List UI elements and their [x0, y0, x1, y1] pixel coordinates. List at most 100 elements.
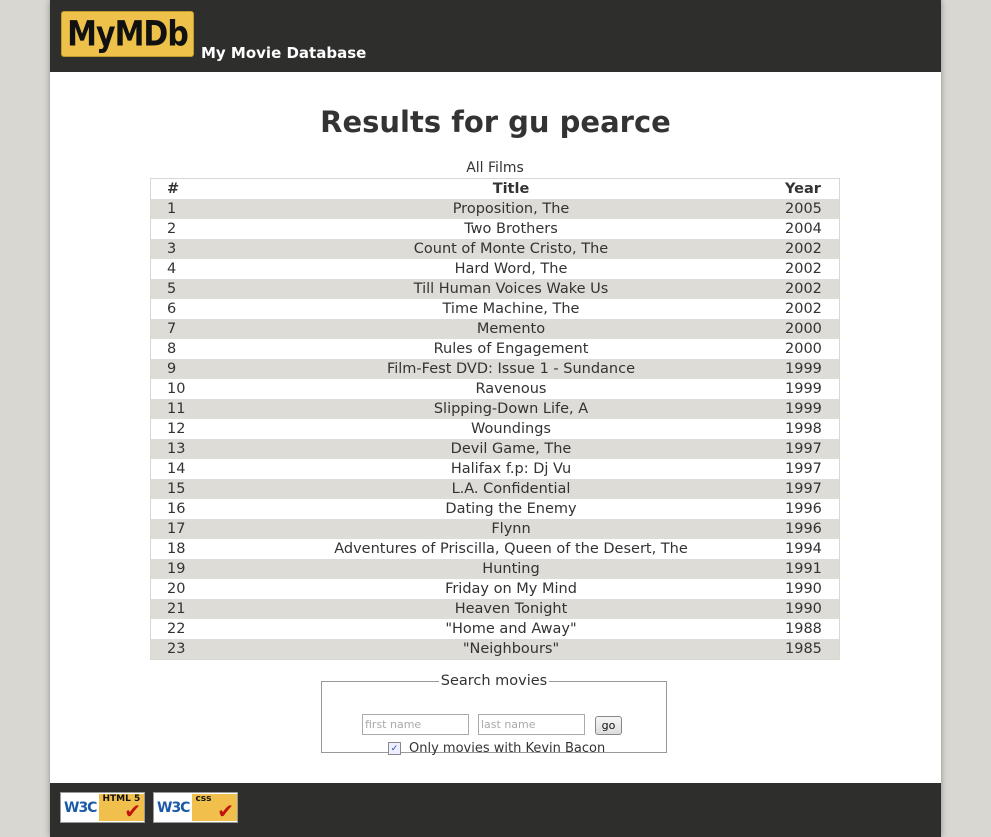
cell-year: 1990 [785, 581, 822, 597]
table-row: 15 L.A. Confidential 1997 [150, 479, 840, 499]
cell-number: 20 [167, 581, 186, 597]
cell-title: Two Brothers [464, 221, 558, 237]
table-caption: All Films [466, 160, 524, 176]
cell-year: 2005 [785, 199, 840, 219]
cell-title: L.A. Confidential [237, 479, 785, 499]
cell-year: 1990 [785, 599, 840, 619]
cell-title: Woundings [471, 421, 551, 437]
last-name-input[interactable] [478, 714, 585, 735]
table-row: 2 Two Brothers 2004 [151, 219, 840, 239]
table-row: 16 Dating the Enemy 1996 [151, 499, 840, 519]
go-button[interactable]: go [595, 716, 622, 735]
cell-title: Film-Fest DVD: Issue 1 - Sundance [237, 359, 785, 379]
cell-number: 3 [150, 239, 237, 259]
cell-title: Hunting [237, 559, 785, 579]
footer: W3C HTML 5 ✔ W3C css ✔ [50, 783, 941, 837]
cell-year: 2004 [785, 221, 822, 237]
cell-number: 16 [167, 501, 186, 517]
table-row: 5 Till Human Voices Wake Us 2002 [150, 279, 840, 299]
checkmark-icon: ✔ [124, 799, 141, 823]
page-title: Results for gu pearce [320, 105, 671, 139]
table-row: 20 Friday on My Mind 1990 [151, 579, 840, 599]
cell-year: 2000 [785, 319, 840, 339]
page: MyMDb My Movie Database Results for gu p… [50, 0, 941, 837]
column-header-title: Title [492, 181, 530, 197]
table-row: 18 Adventures of Priscilla, Queen of the … [151, 539, 840, 559]
cell-year: 1999 [785, 399, 840, 419]
cell-number: 22 [167, 621, 186, 637]
cell-number: 12 [167, 421, 186, 437]
cell-number: 10 [167, 381, 186, 397]
cell-year: 2002 [785, 239, 840, 259]
search-legend: Search movies [440, 673, 548, 689]
w3c-logo-text: W3C [64, 799, 97, 816]
cell-number: 4 [167, 261, 177, 277]
cell-number: 14 [167, 461, 186, 477]
css-badge-text: css [195, 794, 212, 804]
table-row: 6 Time Machine, The 2002 [151, 299, 840, 319]
cell-year: 2002 [785, 279, 840, 299]
site-title: My Movie Database [201, 44, 367, 62]
cell-title: Time Machine, The [442, 301, 580, 317]
cell-year: 1991 [785, 559, 840, 579]
cell-title: Dating the Enemy [445, 501, 577, 517]
table-row: 8 Rules of Engagement 2000 [151, 339, 840, 359]
cell-title: Rules of Engagement [433, 341, 589, 357]
table-row: 7 Memento 2000 [150, 319, 840, 339]
cell-year: 2002 [785, 261, 822, 277]
css-badge-label: css ✔ [192, 794, 237, 821]
logo-text: MyMDb [67, 13, 189, 55]
table-row: 3 Count of Monte Cristo, The 2002 [150, 239, 840, 259]
cell-number: 5 [150, 279, 237, 299]
cell-year: 1994 [785, 541, 822, 557]
table-row: 23 "Neighbours" 1985 [150, 639, 840, 660]
table-row: 4 Hard Word, The 2002 [151, 259, 840, 279]
first-name-input[interactable] [362, 714, 469, 735]
cell-year: 1985 [785, 639, 840, 660]
w3c-html5-badge[interactable]: W3C HTML 5 ✔ [60, 792, 145, 823]
cell-number: 19 [150, 559, 237, 579]
cell-title: Flynn [237, 519, 785, 539]
cell-year: 1997 [785, 439, 840, 459]
cell-title: Slipping-Down Life, A [237, 399, 785, 419]
kevin-bacon-checkbox[interactable]: ✓ [388, 742, 401, 755]
table-row: 19 Hunting 1991 [150, 559, 840, 579]
table-row: 9 Film-Fest DVD: Issue 1 - Sundance 1999 [150, 359, 840, 379]
cell-number: 6 [167, 301, 177, 317]
table-row: 10 Ravenous 1999 [151, 379, 840, 399]
table-row: 12 Woundings 1998 [151, 419, 840, 439]
cell-year: 2002 [785, 301, 822, 317]
site-logo[interactable]: MyMDb [61, 11, 194, 57]
cell-title: Devil Game, The [237, 439, 785, 459]
column-header-year: Year [785, 181, 821, 197]
cell-number: 9 [150, 359, 237, 379]
table-row: 17 Flynn 1996 [150, 519, 840, 539]
results-table-container: All Films # Title Year 1 Proposition, The… [150, 158, 840, 660]
cell-title: Ravenous [475, 381, 547, 397]
w3c-css-badge[interactable]: W3C css ✔ [153, 792, 238, 823]
cell-title: Hard Word, The [454, 261, 568, 277]
cell-number: 15 [150, 479, 237, 499]
cell-year: 1996 [785, 519, 840, 539]
html5-badge-label: HTML 5 ✔ [99, 794, 144, 821]
table-row: 1 Proposition, The 2005 [150, 199, 840, 219]
cell-title: Proposition, The [237, 199, 785, 219]
cell-title: Till Human Voices Wake Us [237, 279, 785, 299]
cell-year: 1996 [785, 501, 822, 517]
cell-year: 1997 [785, 479, 840, 499]
cell-number: 8 [167, 341, 177, 357]
table-header-row: # Title Year [151, 179, 840, 200]
cell-number: 2 [167, 221, 177, 237]
cell-title: Friday on My Mind [445, 581, 577, 597]
table-row: 11 Slipping-Down Life, A 1999 [150, 399, 840, 419]
cell-title: Count of Monte Cristo, The [237, 239, 785, 259]
kevin-bacon-option: ✓ Only movies with Kevin Bacon [388, 741, 605, 756]
checkmark-icon: ✔ [217, 799, 234, 823]
cell-year: 1999 [785, 359, 840, 379]
cell-title: Adventures of Priscilla, Queen of the De… [334, 541, 688, 557]
cell-number: 17 [150, 519, 237, 539]
table-row: 21 Heaven Tonight 1990 [150, 599, 840, 619]
cell-title: Halifax f.p: Dj Vu [450, 461, 572, 477]
cell-year: 1988 [785, 621, 822, 637]
cell-year: 1998 [785, 421, 822, 437]
